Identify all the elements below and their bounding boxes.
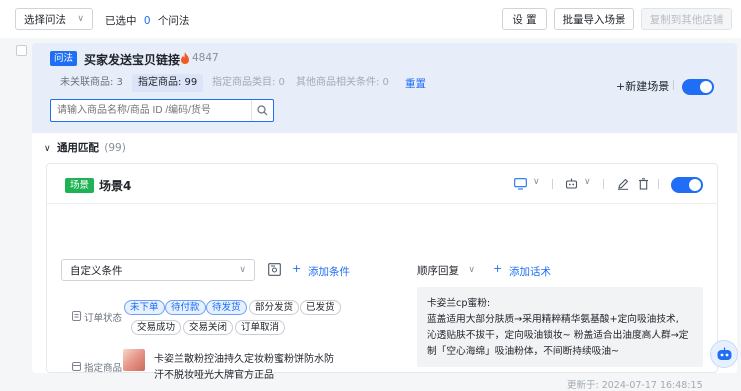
- order-status-option[interactable]: 待付款: [165, 300, 206, 315]
- reply-line: 沁透贴肤不拔干，定向吸油锁妆~ 粉盖适合出油度高人群→定: [427, 330, 689, 341]
- chevron-down-icon: ∨: [44, 144, 51, 154]
- order-status-option[interactable]: 未下单: [124, 300, 165, 315]
- monitor-icon[interactable]: [514, 178, 527, 190]
- divider: [673, 80, 674, 90]
- product-thumbnail[interactable]: [123, 349, 145, 371]
- order-status-option[interactable]: 已发货: [300, 300, 341, 315]
- filter-specified-product[interactable]: 指定商品: 99: [132, 74, 204, 92]
- top-toolbar: 选择问法 ∨ 已选中 0 个问法 设 置 批量导入场景 复制到其他店铺: [0, 0, 741, 38]
- question-card: 问法 买家发送宝贝链接 4847 未关联商品: 3 指定商品: 99 指定商品类…: [32, 43, 737, 391]
- new-scene-button[interactable]: +新建场景: [616, 78, 669, 94]
- selected-prefix: 已选中: [105, 15, 137, 27]
- product-name-line1[interactable]: 卡姿兰散粉控油持久定妆粉蜜粉饼防水防: [154, 350, 334, 365]
- order-icon: [72, 311, 81, 321]
- chevron-down-icon: ∨: [239, 265, 246, 275]
- scene-enable-toggle[interactable]: [671, 177, 703, 193]
- copy-to-shop-button[interactable]: 复制到其他店铺: [641, 8, 732, 30]
- divider: [552, 179, 553, 189]
- add-condition-button[interactable]: 添加条件: [308, 264, 350, 279]
- method-select-label: 选择问法: [24, 13, 66, 26]
- order-status-label: 订单状态: [84, 313, 123, 324]
- updated-at: 更新于: 2024-07-17 16:48:15: [567, 380, 703, 391]
- divider: [658, 179, 659, 189]
- condition-select[interactable]: 自定义条件 ∨: [61, 259, 255, 281]
- product-name-line2[interactable]: 汗不脱妆哑光大牌官方正品: [154, 366, 274, 381]
- filter-category[interactable]: 指定商品类目: 0: [206, 74, 291, 92]
- chevron-down-icon[interactable]: ∨: [584, 177, 591, 187]
- plus-icon[interactable]: +: [292, 262, 301, 275]
- selected-count: 0: [143, 15, 151, 27]
- chevron-down-icon: ∨: [468, 265, 475, 275]
- order-status-option[interactable]: 订单取消: [235, 320, 286, 335]
- settings-button[interactable]: 设 置: [502, 8, 547, 30]
- filter-unlinked[interactable]: 未关联商品: 3: [54, 74, 129, 92]
- reply-order-label: 顺序回复: [417, 264, 459, 277]
- heat-count: 4847: [192, 52, 219, 64]
- question-header: 问法 买家发送宝贝链接 4847 未关联商品: 3 指定商品: 99 指定商品类…: [32, 43, 737, 133]
- filter-other[interactable]: 其他商品相关条件: 0: [290, 74, 395, 92]
- reply-line: 蓝盖适用大部分肤质→采用精粹精华氨基酸+定向吸油技术,: [427, 314, 679, 325]
- general-match-row[interactable]: ∨ 通用匹配 (99): [44, 140, 126, 155]
- scene-title: 场景4: [99, 179, 132, 193]
- question-title: 买家发送宝贝链接: [84, 53, 181, 67]
- plus-icon[interactable]: +: [493, 262, 502, 275]
- chevron-down-icon[interactable]: ∨: [533, 177, 540, 187]
- edit-icon[interactable]: [617, 178, 629, 190]
- general-match-count: (99): [104, 142, 126, 154]
- order-status-option[interactable]: 交易成功: [131, 320, 182, 335]
- product-icon: [72, 362, 81, 371]
- robot-icon[interactable]: [565, 178, 578, 190]
- robot-icon: [717, 347, 732, 360]
- reset-link[interactable]: 重置: [405, 76, 426, 91]
- question-tag: 问法: [50, 51, 78, 66]
- product-search-box: [50, 99, 274, 122]
- selected-suffix: 个问法: [157, 15, 190, 27]
- reply-line: 制「空心海绵」吸油粉体，不间断持续吸油~: [427, 346, 620, 357]
- order-status-option[interactable]: 交易关闭: [183, 320, 234, 335]
- assistant-button[interactable]: [710, 340, 738, 368]
- order-status-option[interactable]: 待发货: [206, 300, 247, 315]
- reply-content[interactable]: 卡姿兰cp蜜粉: 蓝盖适用大部分肤质→采用精粹精华氨基酸+定向吸油技术, 沁透贴…: [417, 287, 703, 367]
- save-template-icon[interactable]: [268, 263, 281, 276]
- chevron-down-icon: ∨: [77, 14, 84, 24]
- search-button[interactable]: [251, 100, 273, 121]
- question-enable-toggle[interactable]: [682, 79, 714, 95]
- divider: [603, 179, 604, 189]
- selected-count-text: 已选中 0 个问法: [105, 13, 189, 28]
- search-icon: [257, 105, 268, 116]
- add-script-button[interactable]: 添加话术: [509, 264, 551, 279]
- fire-icon: [181, 52, 189, 64]
- product-search-input[interactable]: [51, 100, 249, 121]
- row-checkbox[interactable]: [16, 45, 27, 56]
- order-status-option[interactable]: 部分发货: [249, 300, 300, 315]
- reply-title: 卡姿兰cp蜜粉:: [427, 298, 491, 309]
- scene-tag: 场景: [65, 178, 95, 193]
- trash-icon[interactable]: [638, 178, 649, 190]
- general-match-label: 通用匹配: [56, 142, 99, 154]
- product-label: 指定商品: [84, 363, 123, 374]
- reply-order-select[interactable]: 顺序回复 ∨: [417, 259, 475, 281]
- scene-card: 场景 场景4 ∨ ∨ 自定义条件 ∨ + 添加条件 顺序回复 ∨ + 添加话术 …: [46, 163, 718, 381]
- bulk-import-button[interactable]: 批量导入场景: [554, 8, 634, 30]
- method-select[interactable]: 选择问法 ∨: [15, 8, 93, 30]
- scene-header: 场景 场景4 ∨ ∨: [47, 164, 717, 204]
- condition-select-label: 自定义条件: [70, 264, 123, 277]
